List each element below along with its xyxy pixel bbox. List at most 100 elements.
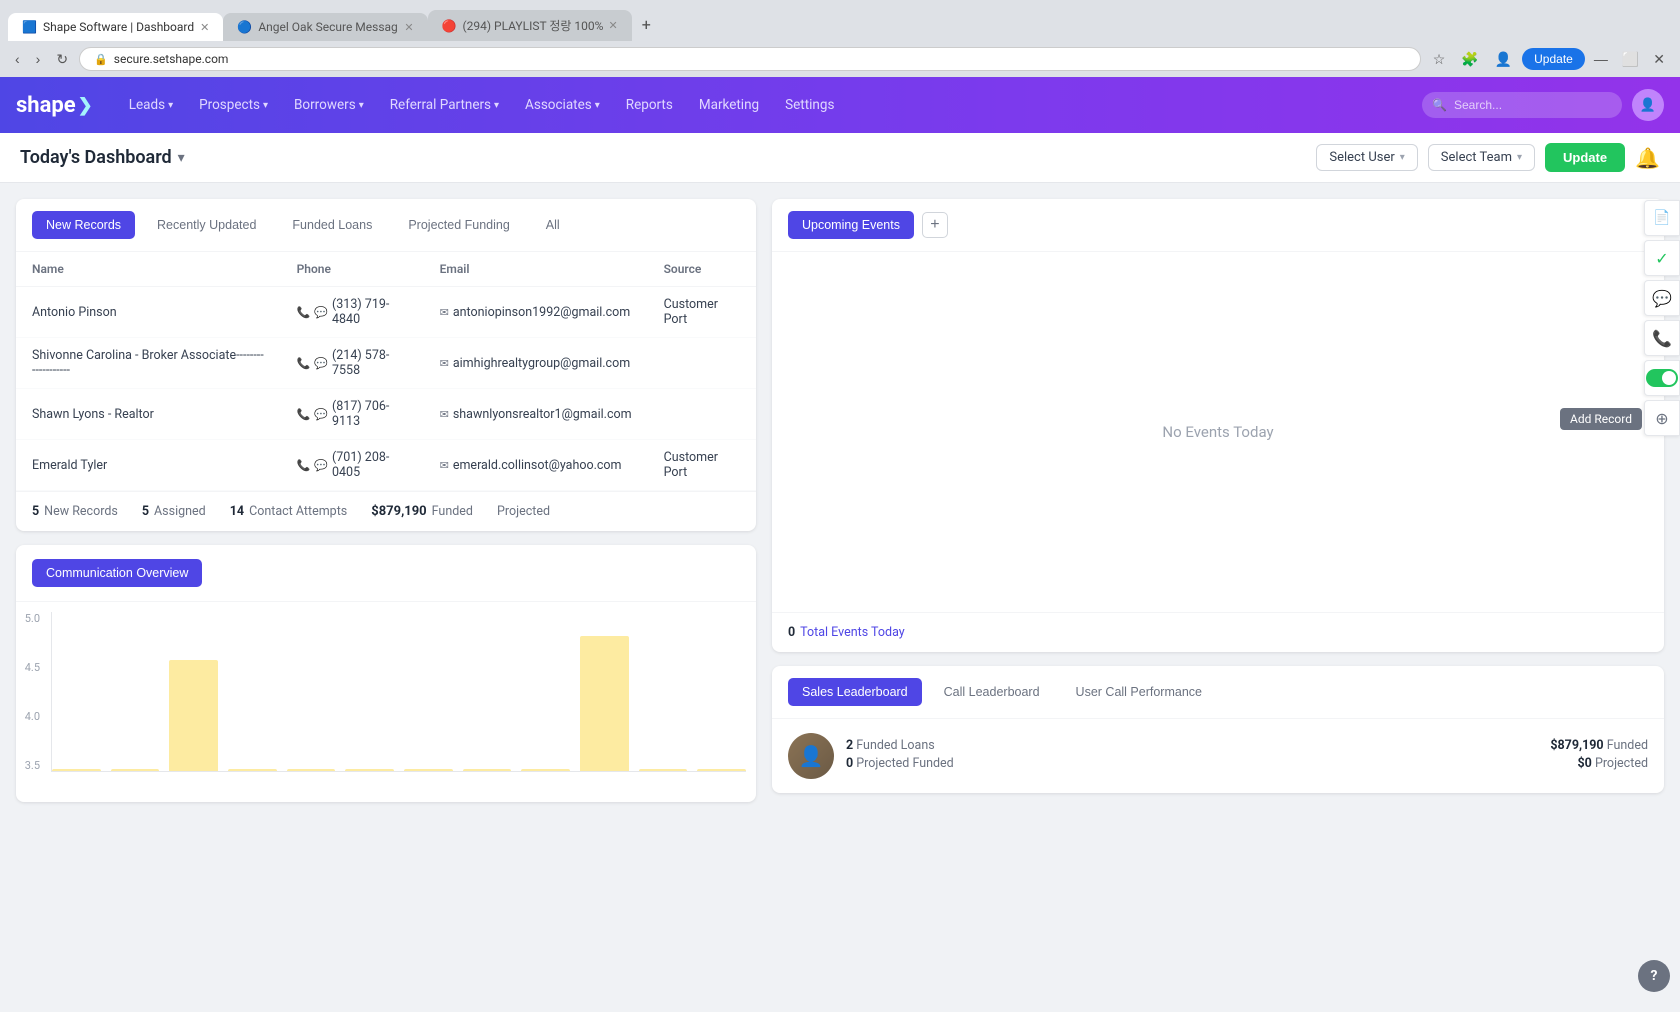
url-bar[interactable]: 🔒 secure.setshape.com <box>79 47 1421 71</box>
browser-update-button[interactable]: Update <box>1522 48 1585 70</box>
phone-icon[interactable]: 📞 <box>297 408 311 421</box>
cell-phone: 📞 💬 (313) 719-4840 <box>281 287 424 338</box>
avatar-image: 👤 <box>788 733 834 779</box>
bell-button[interactable]: 🔔 <box>1635 146 1660 170</box>
sub-header-actions: Select User ▾ Select Team ▾ Update 🔔 <box>1316 143 1660 172</box>
email-icon[interactable]: ✉ <box>440 357 449 370</box>
browser-tab-2[interactable]: 🔵 Angel Oak Secure Messaging ✕ <box>223 13 427 41</box>
sms-icon[interactable]: 💬 <box>314 459 328 472</box>
cell-email: ✉ antoniopinson1992@gmail.com <box>424 287 648 338</box>
maximize-button[interactable]: ⬜ <box>1617 48 1644 71</box>
sidebar-add-record-icon[interactable]: ⊕ <box>1644 400 1680 436</box>
chart-area: 5.0 4.5 4.0 3.5 <box>16 602 756 802</box>
search-input[interactable] <box>1422 92 1622 118</box>
tab-funded-loans[interactable]: Funded Loans <box>278 211 386 239</box>
tab-recently-updated[interactable]: Recently Updated <box>143 211 270 239</box>
forward-button[interactable]: › <box>31 48 46 70</box>
phone-icon[interactable]: 📞 <box>297 357 311 370</box>
toggle-switch[interactable] <box>1646 369 1678 387</box>
events-title-button[interactable]: Upcoming Events <box>788 211 914 239</box>
nav-marketing[interactable]: Marketing <box>687 91 771 119</box>
nav-associates[interactable]: Associates ▾ <box>513 91 612 119</box>
browser-tab-active[interactable]: 🟦 Shape Software | Dashboard ✕ <box>8 13 223 41</box>
borrowers-caret: ▾ <box>359 100 364 111</box>
url-text: secure.setshape.com <box>114 52 229 66</box>
sms-icon[interactable]: 💬 <box>314 408 328 421</box>
table-row[interactable]: Emerald Tyler 📞 💬 (701) 208-0405 ✉ emera… <box>16 440 756 491</box>
stat-funded: $879,190 Funded <box>371 504 473 519</box>
profile-icon[interactable]: 👤 <box>1489 48 1518 71</box>
sub-header: Today's Dashboard ▾ Select User ▾ Select… <box>0 133 1680 183</box>
phone-icon[interactable]: 📞 <box>297 306 311 319</box>
page-title-caret[interactable]: ▾ <box>178 150 185 166</box>
tab-close-icon[interactable]: ✕ <box>200 21 209 34</box>
cell-email: ✉ aimhighrealtygroup@gmail.com <box>424 338 648 389</box>
tab-sales-leaderboard[interactable]: Sales Leaderboard <box>788 678 922 706</box>
sms-icon[interactable]: 💬 <box>314 357 328 370</box>
sales-funded-row: 2 Funded Loans $879,190 Funded <box>846 738 1648 753</box>
tab-close-icon-3[interactable]: ✕ <box>609 19 618 32</box>
tab-close-icon-2[interactable]: ✕ <box>404 21 413 34</box>
cell-name: Antonio Pinson <box>16 287 281 338</box>
new-tab-button[interactable]: + <box>632 8 661 41</box>
stat-assigned: 5 Assigned <box>142 504 206 519</box>
stat-new-records: 5 New Records <box>32 504 118 519</box>
right-panel: Upcoming Events + No Events Today 0 Tota… <box>772 199 1664 802</box>
tab-call-leaderboard[interactable]: Call Leaderboard <box>930 678 1054 706</box>
table-row[interactable]: Shivonne Carolina - Broker Associate----… <box>16 338 756 389</box>
projected-funded-count: 0 Projected Funded <box>846 756 954 771</box>
sales-card: Sales Leaderboard Call Leaderboard User … <box>772 666 1664 793</box>
tab-new-records[interactable]: New Records <box>32 211 135 239</box>
select-user-dropdown[interactable]: Select User ▾ <box>1316 144 1417 171</box>
sms-icon[interactable]: 💬 <box>314 306 328 319</box>
tab-projected-funding[interactable]: Projected Funding <box>394 211 523 239</box>
close-button[interactable]: ✕ <box>1648 48 1670 71</box>
browser-tab-3[interactable]: 🔴 (294) PLAYLIST 정랑 100% 🎵 ✕ <box>428 10 632 41</box>
chart-bar <box>345 769 394 771</box>
cell-phone: 📞 💬 (817) 706-9113 <box>281 389 424 440</box>
events-total-label[interactable]: Total Events Today <box>800 625 905 640</box>
new-records-count: 5 <box>32 504 39 519</box>
projected-label: Projected <box>497 504 550 519</box>
sidebar-check-icon[interactable]: ✓ <box>1644 240 1680 276</box>
nav-leads[interactable]: Leads ▾ <box>117 91 185 119</box>
refresh-button[interactable]: ↻ <box>51 48 73 71</box>
nav-borrowers[interactable]: Borrowers ▾ <box>282 91 376 119</box>
nav-reports[interactable]: Reports <box>614 91 685 119</box>
sales-row: 👤 2 Funded Loans $879,190 Funded 0 Proje… <box>788 733 1648 779</box>
comm-title-button[interactable]: Communication Overview <box>32 559 202 587</box>
sidebar-toggle-icon[interactable] <box>1644 360 1680 396</box>
email-icon[interactable]: ✉ <box>440 306 449 319</box>
chart-bar <box>639 769 688 771</box>
tab-all[interactable]: All <box>532 211 574 239</box>
email-icon[interactable]: ✉ <box>440 408 449 421</box>
email-icon[interactable]: ✉ <box>440 459 449 472</box>
sidebar-chat-icon[interactable]: 💬 <box>1644 280 1680 316</box>
app-logo[interactable]: shape ❯ <box>16 93 93 118</box>
nav-avatar[interactable]: 👤 <box>1632 89 1664 121</box>
search-icon: 🔍 <box>1432 98 1447 112</box>
table-row[interactable]: Shawn Lyons - Realtor 📞 💬 (817) 706-9113… <box>16 389 756 440</box>
events-add-button[interactable]: + <box>922 212 948 238</box>
phone-icon[interactable]: 📞 <box>297 459 311 472</box>
add-record-wrap: Add Record ⊕ <box>1644 400 1680 438</box>
nav-referral-partners[interactable]: Referral Partners ▾ <box>378 91 511 119</box>
table-row[interactable]: Antonio Pinson 📞 💬 (313) 719-4840 ✉ anto… <box>16 287 756 338</box>
bookmark-icon[interactable]: ☆ <box>1427 48 1452 71</box>
funded-label: Funded <box>432 504 473 519</box>
select-team-dropdown[interactable]: Select Team ▾ <box>1428 144 1535 171</box>
col-name: Name <box>16 252 281 287</box>
nav-settings[interactable]: Settings <box>773 91 846 119</box>
extensions-icon[interactable]: 🧩 <box>1455 48 1484 71</box>
nav-prospects[interactable]: Prospects ▾ <box>187 91 280 119</box>
chart-bar <box>463 769 512 771</box>
minimize-button[interactable]: — <box>1589 48 1613 70</box>
browser-address-bar: ‹ › ↻ 🔒 secure.setshape.com ☆ 🧩 👤 Update… <box>0 41 1680 77</box>
tab-user-call-performance[interactable]: User Call Performance <box>1062 678 1216 706</box>
back-button[interactable]: ‹ <box>10 48 25 70</box>
help-button[interactable]: ? <box>1638 960 1670 992</box>
sidebar-pdf-icon[interactable]: 📄 <box>1644 200 1680 236</box>
new-records-label: New Records <box>44 504 118 519</box>
update-button[interactable]: Update <box>1545 143 1625 172</box>
sidebar-phone-icon[interactable]: 📞 <box>1644 320 1680 356</box>
